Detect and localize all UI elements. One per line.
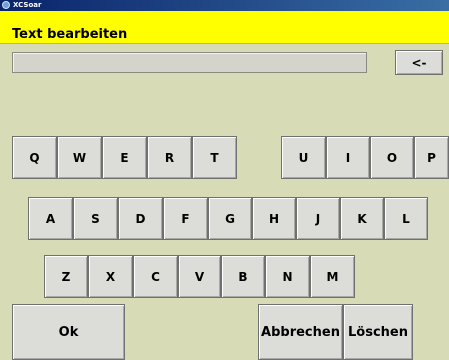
key-i[interactable]: I	[326, 136, 370, 179]
key-h[interactable]: H	[252, 197, 296, 240]
key-c[interactable]: C	[133, 255, 178, 298]
key-t[interactable]: T	[192, 136, 237, 179]
key-d[interactable]: D	[118, 197, 163, 240]
cancel-button[interactable]: Abbrechen	[258, 304, 343, 360]
key-p[interactable]: P	[414, 136, 449, 179]
key-q[interactable]: Q	[12, 136, 57, 179]
key-w[interactable]: W	[57, 136, 102, 179]
ok-button[interactable]: Ok	[12, 304, 125, 360]
key-n[interactable]: N	[265, 255, 310, 298]
clear-button[interactable]: Löschen	[343, 304, 413, 360]
window-title: XCSoar	[13, 1, 42, 9]
key-z[interactable]: Z	[44, 255, 88, 298]
key-a[interactable]: A	[28, 197, 73, 240]
key-k[interactable]: K	[340, 197, 384, 240]
key-j[interactable]: J	[296, 197, 340, 240]
key-o[interactable]: O	[370, 136, 414, 179]
key-l[interactable]: L	[384, 197, 428, 240]
key-v[interactable]: V	[178, 255, 221, 298]
dialog-caption: Text bearbeiten	[12, 27, 128, 42]
backspace-button[interactable]: <-	[395, 50, 443, 75]
key-m[interactable]: M	[310, 255, 355, 298]
key-r[interactable]: R	[147, 136, 192, 179]
dialog-caption-bar: Text bearbeiten	[0, 11, 449, 44]
key-u[interactable]: U	[281, 136, 326, 179]
key-x[interactable]: X	[88, 255, 133, 298]
key-g[interactable]: G	[208, 197, 252, 240]
window-titlebar: XCSoar	[0, 0, 449, 11]
app-icon	[2, 1, 10, 9]
key-s[interactable]: S	[73, 197, 118, 240]
key-b[interactable]: B	[221, 255, 265, 298]
key-f[interactable]: F	[163, 197, 208, 240]
key-e[interactable]: E	[102, 136, 147, 179]
text-input[interactable]	[12, 52, 367, 73]
